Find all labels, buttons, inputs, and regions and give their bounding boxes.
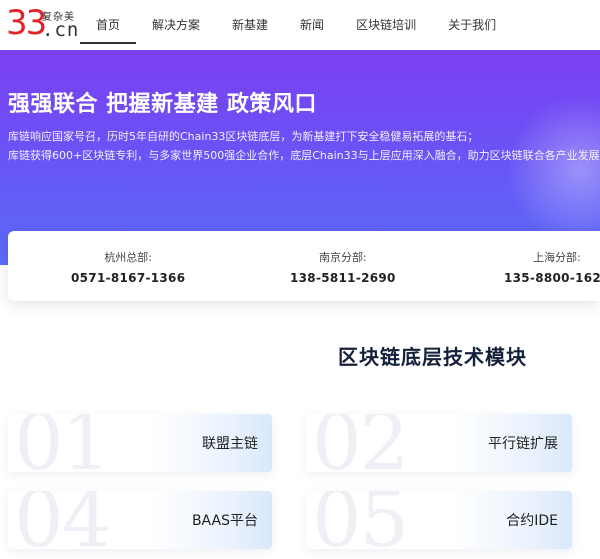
contact-label: 上海分部: <box>533 251 581 264</box>
contacts-card: 杭州总部: 0571-8167-1366 南京分部: 138-5811-2690… <box>8 231 600 301</box>
contact-phone[interactable]: 0571-8167-1366 <box>71 271 185 285</box>
module-title: 平行链扩展 <box>488 436 558 452</box>
module-card-contract-ide[interactable]: 05 合约IDE <box>306 491 572 549</box>
site-logo[interactable]: 33 复杂美 .cn <box>6 3 80 46</box>
nav-item-about-us[interactable]: 关于我们 <box>432 0 512 50</box>
contact-hangzhou: 杭州总部: 0571-8167-1366 <box>71 249 185 285</box>
nav-item-blockchain-training[interactable]: 区块链培训 <box>340 0 432 50</box>
contact-shanghai: 上海分部: 135-8800-1627 <box>504 249 600 285</box>
contact-phone[interactable]: 135-8800-1627 <box>504 271 600 285</box>
hero-description-line-1: 库链响应国家号召，历时5年自研的Chain33区块链底层，为新基建打下安全稳健易… <box>8 130 479 143</box>
module-title: 合约IDE <box>506 513 558 529</box>
module-card-parallel-chain[interactable]: 02 平行链扩展 <box>306 414 572 472</box>
logo-domain: .cn <box>42 19 80 41</box>
main-nav: 首页 解决方案 新基建 新闻 区块链培训 关于我们 <box>80 0 512 50</box>
section-title: 区块链底层技术模块 <box>338 345 527 369</box>
module-card-alliance-chain[interactable]: 01 联盟主链 <box>8 414 272 472</box>
top-header: 33 复杂美 .cn 首页 解决方案 新基建 新闻 区块链培训 关于我们 <box>0 0 600 50</box>
module-number: 04 <box>14 491 111 549</box>
hero-glow-decoration <box>500 90 600 250</box>
module-number: 01 <box>14 414 111 472</box>
nav-item-new-infrastructure[interactable]: 新基建 <box>216 0 284 50</box>
hero-description-line-2: 库链获得600+区块链专利，与多家世界500强企业合作，底层Chain33与上层… <box>8 149 600 162</box>
module-card-baas-platform[interactable]: 04 BAAS平台 <box>8 491 272 549</box>
nav-item-solutions[interactable]: 解决方案 <box>136 0 216 50</box>
contact-nanjing: 南京分部: 138-5811-2690 <box>290 249 396 285</box>
module-number: 05 <box>312 491 409 549</box>
contact-label: 杭州总部: <box>104 251 153 264</box>
nav-item-home[interactable]: 首页 <box>80 0 137 50</box>
logo-number: 33 <box>6 3 47 43</box>
hero-title: 强强联合 把握新基建 政策风口 <box>8 92 317 117</box>
module-title: 联盟主链 <box>202 436 258 452</box>
contact-label: 南京分部: <box>319 251 367 264</box>
nav-item-news[interactable]: 新闻 <box>284 0 340 50</box>
module-number: 02 <box>312 414 409 472</box>
module-title: BAAS平台 <box>191 513 258 529</box>
contact-phone[interactable]: 138-5811-2690 <box>290 271 396 285</box>
